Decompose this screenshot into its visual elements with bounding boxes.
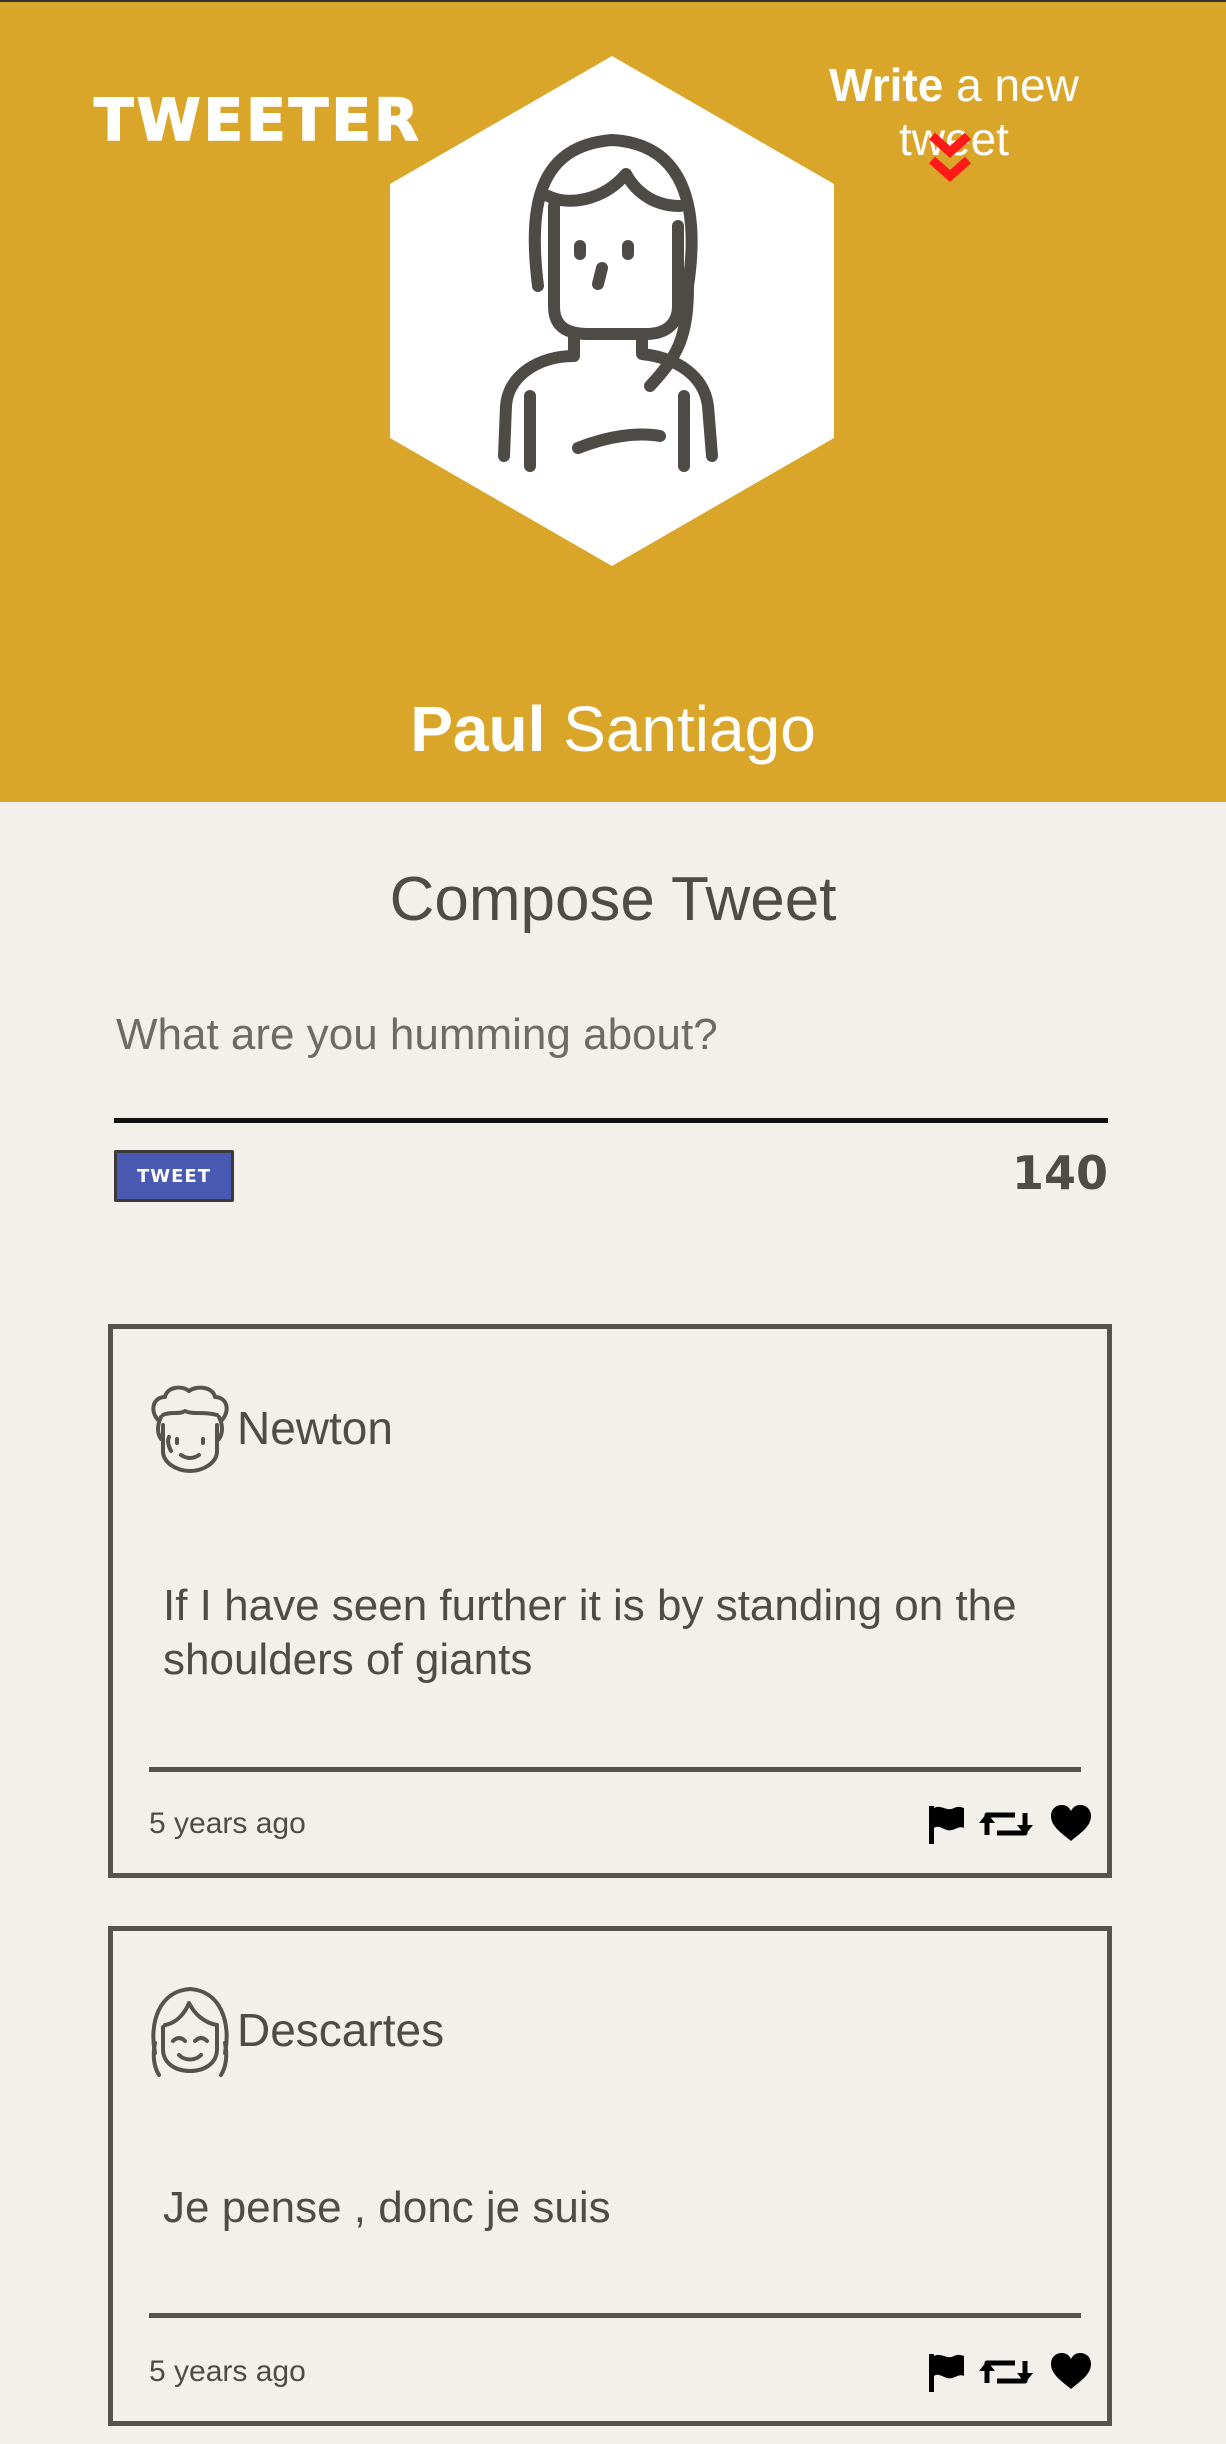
write-bold-label: Write xyxy=(829,59,944,111)
tweet-author[interactable]: Newton xyxy=(237,1401,393,1455)
user-first-name: Paul xyxy=(410,693,546,765)
tweet-text: Je pense , donc je suis xyxy=(163,2183,611,2232)
tweet-author[interactable]: Descartes xyxy=(237,2003,444,2057)
chevron-down-icon[interactable] xyxy=(925,130,975,188)
compose-title: Compose Tweet xyxy=(389,865,837,934)
tweet-timestamp: 5 years ago xyxy=(149,1807,306,1840)
heart-icon[interactable] xyxy=(1049,2351,1093,2393)
user-avatar-icon xyxy=(390,56,834,566)
tweet-divider xyxy=(149,1767,1081,1772)
newton-avatar-icon xyxy=(151,1385,229,1473)
tweet-divider xyxy=(149,2313,1081,2318)
input-underline xyxy=(114,1118,1108,1123)
brand-logo[interactable]: TWEETER xyxy=(93,85,422,155)
tweet-actions xyxy=(925,1803,1095,1847)
user-last-name: Santiago xyxy=(563,693,816,765)
flag-icon[interactable] xyxy=(925,2351,967,2393)
descartes-avatar-icon xyxy=(151,1987,229,2077)
tweet-text: If I have seen further it is by standing… xyxy=(163,1581,1017,1684)
retweet-icon[interactable] xyxy=(979,2351,1033,2393)
char-counter: 140 xyxy=(1011,1146,1108,1200)
tweet-timestamp: 5 years ago xyxy=(149,2355,306,2388)
heart-icon[interactable] xyxy=(1049,1803,1093,1845)
flag-icon[interactable] xyxy=(925,1803,967,1845)
tweet-input[interactable] xyxy=(114,998,1110,1072)
tweet-button[interactable]: TWEET xyxy=(114,1150,234,1202)
tweet-card: Descartes Je pense , donc je suis 5 year… xyxy=(108,1926,1112,2426)
tweet-actions xyxy=(925,2351,1095,2395)
profile-header: TWEETER Write a new tweet Paul Santiago xyxy=(0,2,1226,802)
retweet-icon[interactable] xyxy=(979,1803,1033,1845)
profile-user-name: Paul Santiago xyxy=(0,692,1226,766)
tweet-card: Newton If I have seen further it is by s… xyxy=(108,1324,1112,1878)
